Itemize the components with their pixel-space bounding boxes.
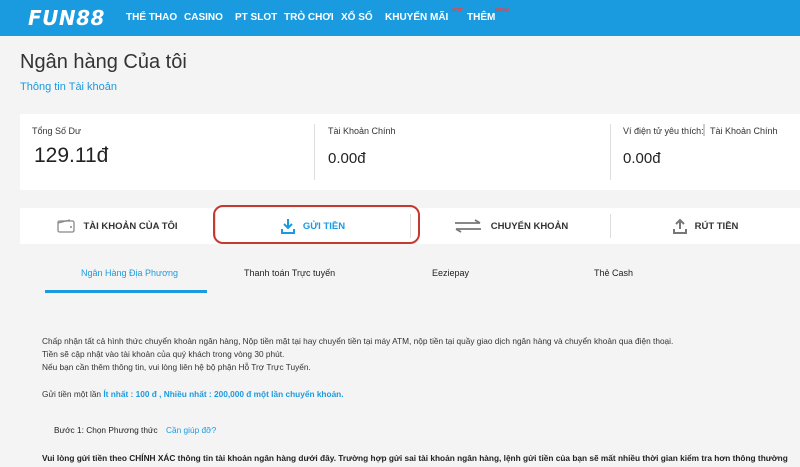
info-text-1: Chấp nhận tất cả hình thức chuyển khoản … bbox=[42, 336, 674, 346]
nav-item-them-label: THÊM bbox=[467, 12, 496, 23]
nav-item-khuyen-mai[interactable]: KHUYẾN MÃI HOT bbox=[385, 8, 462, 23]
total-balance-label: Tổng Số Dư bbox=[32, 126, 82, 136]
balance-divider bbox=[610, 124, 611, 180]
tab-my-account[interactable]: TÀI KHOẢN CỦA TÔI bbox=[20, 208, 215, 244]
tab-withdraw-label: RÚT TIỀN bbox=[694, 220, 739, 232]
nav-item-tro-choi[interactable]: TRÒ CHƠI bbox=[284, 12, 334, 23]
favorite-wallet-label: Ví điện tử yêu thích: bbox=[623, 126, 704, 136]
new-badge: NEW! bbox=[494, 8, 510, 14]
total-balance-value: 129.11đ bbox=[34, 144, 109, 167]
subtab-online-payment[interactable]: Thanh toán Trực tuyến bbox=[244, 268, 335, 278]
tab-transfer-label: CHUYỂN KHOẢN bbox=[490, 220, 569, 232]
hot-badge: HOT bbox=[450, 8, 463, 14]
account-info-link[interactable]: Thông tin Tài khoản bbox=[20, 81, 117, 93]
main-account-value: 0.00đ bbox=[328, 150, 366, 167]
deposit-limit-value: Ít nhất : 100 đ , Nhiều nhất : 200,000 đ… bbox=[103, 389, 344, 399]
tab-transfer[interactable]: CHUYỂN KHOẢN bbox=[411, 208, 610, 244]
bank-notice: Vui lòng gửi tiền theo CHÍNH XÁC thông t… bbox=[42, 453, 788, 463]
wallet-select-marker bbox=[703, 124, 705, 136]
favorite-wallet-value: 0.00đ bbox=[623, 150, 661, 167]
favorite-wallet-select[interactable]: Tài Khoản Chính bbox=[710, 126, 778, 136]
nav-item-casino[interactable]: CASINO bbox=[184, 12, 223, 23]
top-nav: FUN88 THỂ THAO CASINO PT SLOT TRÒ CHƠI X… bbox=[0, 0, 800, 36]
help-link[interactable]: Cần giúp đỡ? bbox=[166, 425, 216, 435]
info-text-3: Nếu bạn cần thêm thông tin, vui lòng liê… bbox=[42, 362, 311, 372]
wallet-icon bbox=[57, 219, 76, 233]
nav-item-pt-slot[interactable]: PT SLOT bbox=[235, 12, 277, 23]
upload-icon bbox=[672, 218, 687, 234]
tab-withdraw[interactable]: RÚT TIỀN bbox=[611, 208, 800, 244]
fun88-logo[interactable]: FUN88 bbox=[28, 6, 105, 30]
deposit-limit-prefix: Gửi tiền một lần bbox=[42, 389, 102, 399]
subtab-cash-card[interactable]: Thẻ Cash bbox=[594, 268, 633, 278]
active-subtab-underline bbox=[45, 290, 207, 293]
nav-item-khuyen-mai-label: KHUYẾN MÃI bbox=[385, 12, 449, 23]
main-account-label: Tài Khoản Chính bbox=[328, 126, 396, 136]
nav-item-them[interactable]: THÊM NEW! bbox=[467, 8, 509, 23]
balance-divider bbox=[314, 124, 315, 180]
tab-my-account-label: TÀI KHOẢN CỦA TÔI bbox=[83, 220, 178, 232]
nav-item-xo-so[interactable]: XỔ SỐ bbox=[341, 12, 373, 23]
subtab-local-bank[interactable]: Ngân Hàng Địa Phương bbox=[81, 268, 178, 278]
deposit-limit-line: Gửi tiền một lần Ít nhất : 100 đ , Nhiều… bbox=[42, 389, 344, 399]
transfer-arrows-icon bbox=[454, 219, 481, 233]
subtab-eeziepay[interactable]: Eeziepay bbox=[432, 268, 469, 278]
balance-card: Tổng Số Dư 129.11đ Tài Khoản Chính 0.00đ… bbox=[20, 114, 800, 190]
info-text-2: Tiền sẽ cập nhật vào tài khoản của quý k… bbox=[42, 349, 285, 359]
deposit-highlight-ring bbox=[213, 205, 420, 244]
nav-item-the-thao[interactable]: THỂ THAO bbox=[126, 12, 177, 23]
page-title: Ngân hàng Của tôi bbox=[20, 51, 187, 73]
step-1-label: Bước 1: Chọn Phương thức bbox=[54, 425, 158, 435]
